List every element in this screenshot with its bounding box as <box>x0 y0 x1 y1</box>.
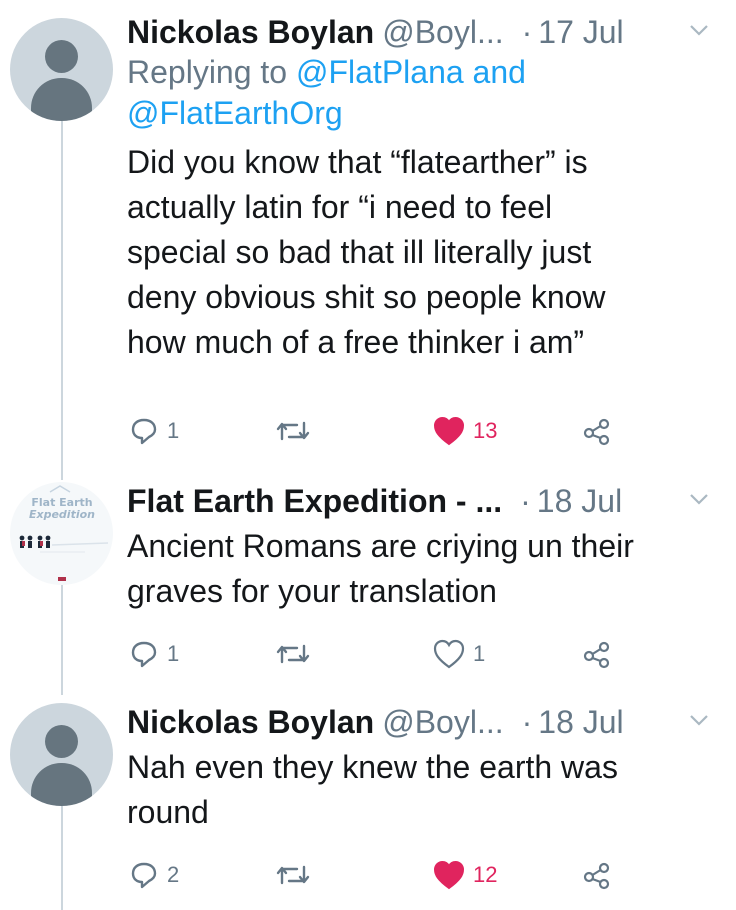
reply-button[interactable]: 2 <box>129 858 179 892</box>
chevron-down-icon[interactable] <box>689 24 709 36</box>
timestamp[interactable]: 17 Jul <box>538 12 623 52</box>
tweet-text: Ancient Romans are criying un their grav… <box>127 524 717 614</box>
share-button[interactable] <box>582 637 612 671</box>
tweet-actions: 1 13 <box>127 414 627 448</box>
tweet-header: Nickolas Boylan @Boyl... · 17 Jul <box>127 12 717 52</box>
logo-text-line2: Expedition <box>29 508 95 521</box>
author-handle[interactable]: @Boyl... <box>382 12 503 52</box>
tweet-actions: 1 1 <box>127 637 627 671</box>
like-count: 13 <box>473 418 498 443</box>
timestamp[interactable]: 18 Jul <box>537 481 622 521</box>
avatar-head <box>45 40 78 73</box>
tweet-text: Did you know that “flatearther” is actua… <box>127 140 717 365</box>
tweet-text-line: how much of a free thinker i am” <box>127 324 585 360</box>
tweet-header: Nickolas Boylan @Boyl... · 18 Jul <box>127 702 717 742</box>
tweet-text-line: Ancient Romans are criying un their <box>127 528 634 564</box>
reply-count: 2 <box>167 862 180 887</box>
mention-link[interactable]: @FlatPlana <box>296 54 464 90</box>
flat-earth-expedition-logo: Flat Earth Expedition <box>19 485 109 553</box>
author-handle[interactable]: @Boyl... <box>382 702 503 742</box>
like-count: 12 <box>473 862 498 887</box>
thread-line <box>61 805 63 910</box>
replying-to-and: and <box>472 54 526 90</box>
avatar[interactable] <box>10 703 113 806</box>
thread-line <box>61 585 63 695</box>
mention-link[interactable]: @FlatEarthOrg <box>127 95 343 131</box>
separator-dot: · <box>521 704 533 740</box>
avatar-head <box>45 725 78 758</box>
timestamp[interactable]: 18 Jul <box>538 702 623 742</box>
chevron-down-icon[interactable] <box>689 714 709 726</box>
reply-count: 1 <box>167 641 180 666</box>
chevron-down-icon[interactable] <box>689 493 709 505</box>
reply-button[interactable]: 1 <box>129 414 179 448</box>
tweet-text-line: actually latin for “i need to feel <box>127 189 553 225</box>
retweet-button[interactable] <box>275 414 311 448</box>
share-icon <box>583 641 610 669</box>
tweet-text-line: round <box>127 794 209 830</box>
retweet-icon <box>276 644 310 664</box>
share-icon <box>583 862 610 890</box>
tweet-text-line: graves for your translation <box>127 573 497 609</box>
avatar[interactable] <box>10 18 113 121</box>
tweet-text: Nah even they knew the earth was round <box>127 745 717 835</box>
avatar-body <box>31 763 92 806</box>
like-button[interactable]: 1 <box>433 637 485 671</box>
tweet[interactable]: Nickolas Boylan @Boyl... · 18 Jul Nah ev… <box>127 702 717 835</box>
tweet[interactable]: Flat Earth Expedition - ... · 18 Jul Anc… <box>127 481 717 614</box>
author-name[interactable]: Nickolas Boylan <box>127 702 374 742</box>
like-button[interactable]: 13 <box>433 414 497 448</box>
separator-dot: · <box>521 14 533 50</box>
author-name[interactable]: Flat Earth Expedition - ... <box>127 481 502 521</box>
tweet-actions: 2 12 <box>127 858 627 892</box>
red-marker <box>58 577 66 581</box>
like-button[interactable]: 12 <box>433 858 497 892</box>
reply-icon <box>131 418 157 445</box>
like-count: 1 <box>473 641 486 666</box>
share-icon <box>583 418 610 446</box>
tweet-text-line: Did you know that “flatearther” is <box>127 144 588 180</box>
author-name[interactable]: Nickolas Boylan <box>127 12 374 52</box>
avatar-body <box>31 78 92 121</box>
retweet-button[interactable] <box>275 858 311 892</box>
share-button[interactable] <box>582 414 612 448</box>
like-icon <box>433 860 465 890</box>
tweet-text-line: deny obvious shit so people know <box>127 279 606 315</box>
avatar[interactable]: Flat Earth Expedition <box>10 482 113 585</box>
tweet[interactable]: Nickolas Boylan @Boyl... · 17 Jul Replyi… <box>127 12 717 365</box>
tweet-text-line: Nah even they knew the earth was <box>127 749 618 785</box>
retweet-button[interactable] <box>275 637 311 671</box>
reply-icon <box>131 641 157 668</box>
reply-button[interactable]: 1 <box>129 637 179 671</box>
reply-icon <box>131 862 157 889</box>
retweet-icon <box>276 865 310 885</box>
replying-to-label: Replying to <box>127 54 288 90</box>
tweet-text-line: special so bad that ill literally just <box>127 234 592 270</box>
thread-line <box>61 120 63 480</box>
share-button[interactable] <box>582 858 612 892</box>
like-icon <box>433 639 465 669</box>
like-icon <box>433 416 465 446</box>
retweet-icon <box>276 421 310 441</box>
reply-count: 1 <box>167 418 180 443</box>
tweet-header: Flat Earth Expedition - ... · 18 Jul <box>127 481 717 521</box>
replying-to: Replying to @FlatPlana and @FlatEarthOrg <box>127 52 717 134</box>
separator-dot: · <box>520 483 531 519</box>
